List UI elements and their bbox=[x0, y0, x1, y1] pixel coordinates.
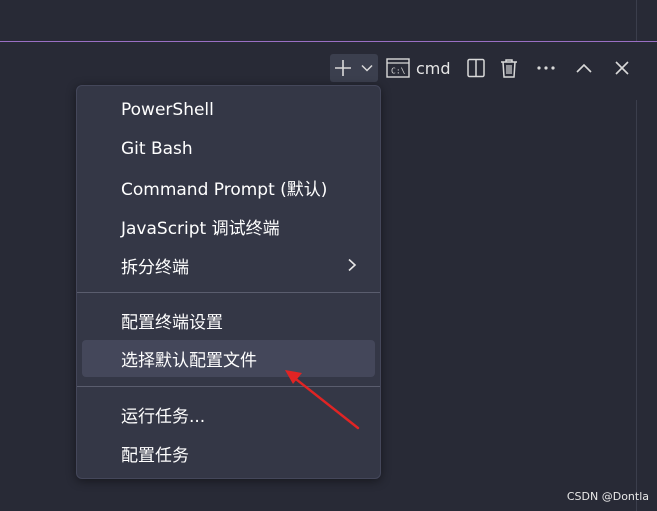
editor-area-strip bbox=[0, 0, 657, 42]
svg-text:C:\: C:\ bbox=[391, 67, 406, 76]
menu-item-split-terminal[interactable]: 拆分终端 bbox=[82, 247, 375, 284]
plus-icon bbox=[335, 60, 351, 76]
menu-item-label: Command Prompt (默认) bbox=[121, 180, 328, 200]
menu-item-label: PowerShell bbox=[121, 99, 214, 120]
terminal-profile-dropdown-button[interactable] bbox=[356, 54, 378, 82]
menu-item-label: 配置任务 bbox=[121, 446, 189, 466]
ellipsis-icon bbox=[537, 66, 555, 70]
close-panel-button[interactable] bbox=[608, 54, 636, 82]
menu-item-label: 拆分终端 bbox=[121, 258, 189, 278]
menu-item-configure-tasks[interactable]: 配置任务 bbox=[82, 435, 375, 472]
new-terminal-button[interactable] bbox=[330, 54, 356, 82]
split-terminal-button[interactable] bbox=[462, 54, 490, 82]
split-panel-icon bbox=[467, 58, 485, 78]
menu-item-label: Git Bash bbox=[121, 138, 193, 159]
maximize-panel-button[interactable] bbox=[570, 54, 598, 82]
annotation-arrow bbox=[285, 370, 360, 430]
more-actions-button[interactable] bbox=[532, 54, 560, 82]
editor-divider bbox=[636, 0, 637, 41]
chevron-down-icon bbox=[361, 64, 373, 72]
close-icon bbox=[615, 61, 629, 75]
chevron-up-icon bbox=[576, 63, 592, 73]
terminal-toolbar: C:\ cmd bbox=[0, 52, 657, 84]
menu-item-label: 选择默认配置文件 bbox=[121, 351, 257, 371]
kill-terminal-button[interactable] bbox=[495, 54, 523, 82]
panel-right-divider bbox=[636, 100, 637, 511]
menu-item-label: 配置终端设置 bbox=[121, 313, 223, 333]
menu-separator bbox=[77, 292, 380, 293]
menu-item-powershell[interactable]: PowerShell bbox=[82, 91, 375, 128]
menu-item-javascript-debug-terminal[interactable]: JavaScript 调试终端 bbox=[82, 208, 375, 245]
menu-item-label: 运行任务... bbox=[121, 407, 206, 427]
trash-icon bbox=[501, 59, 517, 78]
active-terminal-tab[interactable]: C:\ cmd bbox=[386, 54, 454, 82]
active-terminal-label: cmd bbox=[416, 58, 451, 78]
menu-item-git-bash[interactable]: Git Bash bbox=[82, 130, 375, 167]
menu-item-label: JavaScript 调试终端 bbox=[121, 219, 280, 239]
menu-item-command-prompt[interactable]: Command Prompt (默认) bbox=[82, 169, 375, 206]
menu-item-configure-terminal-settings[interactable]: 配置终端设置 bbox=[82, 302, 375, 339]
chevron-right-icon bbox=[348, 258, 357, 272]
terminal-window-icon: C:\ bbox=[386, 58, 410, 78]
watermark: CSDN @Dontla bbox=[566, 490, 649, 503]
